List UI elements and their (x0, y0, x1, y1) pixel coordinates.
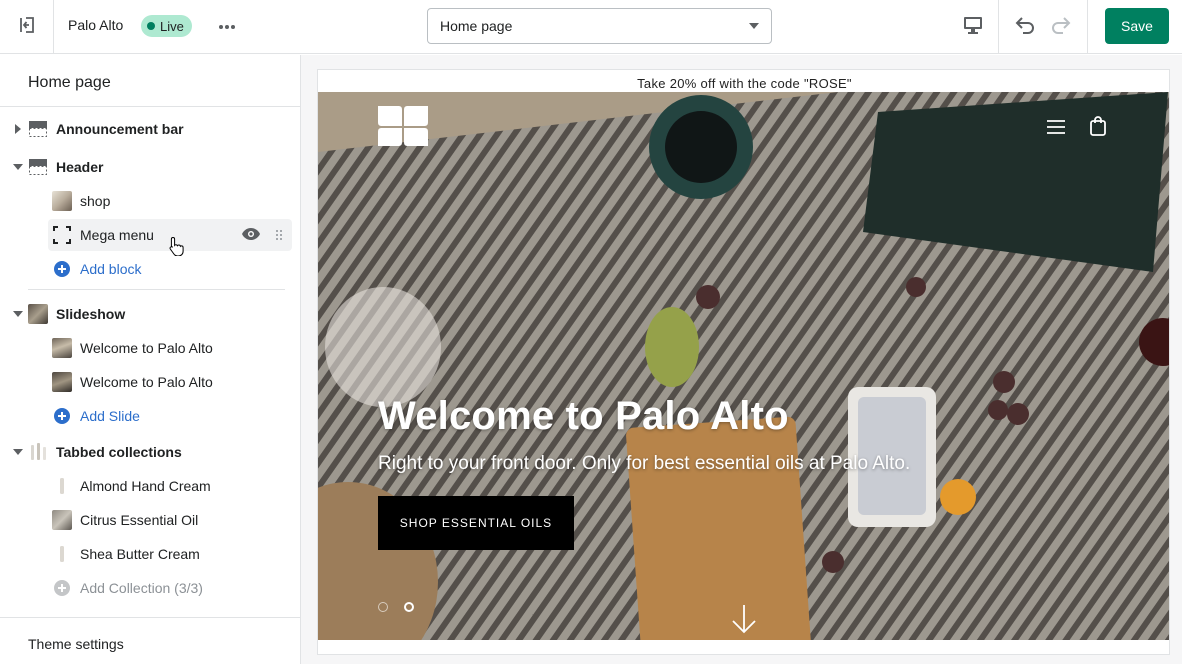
add-collection-label: Add Collection (3/3) (80, 580, 203, 596)
add-block-label: Add block (80, 261, 142, 277)
slide-thumbnail (52, 338, 72, 358)
sidebar-title: Home page (28, 74, 111, 91)
add-collection-button: Add Collection (3/3) (0, 572, 300, 604)
chevron-right-icon[interactable] (13, 124, 23, 134)
block-label: Welcome to Palo Alto (80, 374, 213, 390)
plus-circle-icon (52, 259, 72, 279)
add-slide-label: Add Slide (80, 408, 140, 424)
announcement-bar-icon (28, 119, 48, 139)
drag-handle-icon[interactable] (276, 227, 282, 243)
add-block-button[interactable]: Add block (0, 253, 300, 285)
section-label: Tabbed collections (56, 444, 182, 460)
sidebar: Home page Announcement bar Header shop M… (0, 55, 301, 664)
more-actions-button[interactable] (214, 14, 240, 38)
section-label: Header (56, 159, 104, 175)
more-icon (218, 17, 236, 35)
page-select[interactable]: Home page (427, 8, 772, 44)
divider (0, 617, 300, 618)
block-label: Almond Hand Cream (80, 478, 211, 494)
redo-button[interactable] (1046, 13, 1076, 41)
section-label: Announcement bar (56, 121, 184, 137)
slide-dot-1[interactable] (378, 602, 388, 612)
block-label: Citrus Essential Oil (80, 512, 199, 528)
chevron-down-icon[interactable] (13, 447, 23, 457)
chevron-down-icon[interactable] (13, 309, 23, 319)
preview-area: Take 20% off with the code "ROSE" Welcom… (301, 55, 1182, 664)
theme-name: Palo Alto (68, 17, 124, 33)
pointer-cursor-icon (168, 236, 186, 261)
section-label: Slideshow (56, 306, 126, 322)
hero-title: Welcome to Palo Alto (378, 394, 789, 438)
store-preview[interactable]: Take 20% off with the code "ROSE" Welcom… (317, 69, 1170, 655)
slide-thumbnail (52, 372, 72, 392)
store-logo-icon[interactable] (378, 106, 428, 151)
mega-menu-icon (52, 225, 72, 245)
product-thumbnail (52, 544, 72, 564)
section-slideshow[interactable]: Slideshow (0, 298, 300, 330)
live-dot-icon (147, 22, 155, 30)
slideshow-thumbnail (28, 304, 48, 324)
section-header[interactable]: Header (0, 151, 300, 183)
add-slide-button[interactable]: Add Slide (0, 400, 300, 432)
slide-dot-2[interactable] (404, 602, 414, 612)
toolbar-divider (1087, 0, 1088, 54)
block-shop[interactable]: shop (0, 185, 300, 217)
status-badge: Live (141, 15, 192, 37)
hero-slideshow[interactable]: Welcome to Palo Alto Right to your front… (318, 92, 1169, 640)
menu-icon[interactable] (1046, 120, 1066, 139)
block-shea-butter-cream[interactable]: Shea Butter Cream (0, 538, 300, 570)
chevron-down-icon (749, 23, 759, 29)
block-slide-1[interactable]: Welcome to Palo Alto (0, 332, 300, 364)
block-label: shop (80, 193, 111, 209)
plus-circle-icon (52, 578, 72, 598)
block-label: Shea Butter Cream (80, 546, 200, 562)
bag-icon[interactable] (1089, 116, 1107, 141)
device-toggle-button[interactable] (948, 0, 999, 54)
exit-button[interactable] (0, 0, 54, 54)
section-tabbed-collections[interactable]: Tabbed collections (0, 436, 300, 468)
product-thumbnail (52, 510, 72, 530)
theme-settings-link[interactable]: Theme settings (28, 636, 124, 652)
block-label: Mega menu (80, 227, 154, 243)
block-citrus-essential-oil[interactable]: Citrus Essential Oil (0, 504, 300, 536)
save-button[interactable]: Save (1105, 8, 1169, 44)
page-select-value: Home page (440, 18, 513, 34)
divider (28, 289, 285, 290)
hero-subtitle: Right to your front door. Only for best … (378, 453, 911, 474)
block-slide-2[interactable]: Welcome to Palo Alto (0, 366, 300, 398)
desktop-icon (963, 16, 983, 39)
collections-thumbnail (28, 442, 48, 462)
header-section-icon (28, 157, 48, 177)
shop-thumbnail (52, 191, 72, 211)
exit-icon (17, 15, 37, 40)
block-label: Welcome to Palo Alto (80, 340, 213, 356)
divider (0, 106, 300, 107)
hero-background-image (318, 92, 1169, 640)
eye-icon[interactable] (242, 227, 260, 243)
plus-circle-icon (52, 406, 72, 426)
down-arrow-icon[interactable] (731, 604, 757, 639)
chevron-down-icon[interactable] (13, 162, 23, 172)
block-almond-hand-cream[interactable]: Almond Hand Cream (0, 470, 300, 502)
announcement-text: Take 20% off with the code "ROSE" (637, 76, 852, 91)
shop-essential-oils-button[interactable]: SHOP ESSENTIAL OILS (378, 496, 574, 550)
announcement-bar[interactable]: Take 20% off with the code "ROSE" (318, 70, 1169, 92)
redo-icon (1050, 15, 1072, 40)
section-announcement-bar[interactable]: Announcement bar (0, 113, 300, 145)
status-badge-label: Live (160, 18, 184, 34)
undo-icon (1014, 15, 1036, 40)
top-bar: Palo Alto Live Home page Save (0, 0, 1182, 54)
undo-button[interactable] (1010, 13, 1040, 41)
product-thumbnail (52, 476, 72, 496)
